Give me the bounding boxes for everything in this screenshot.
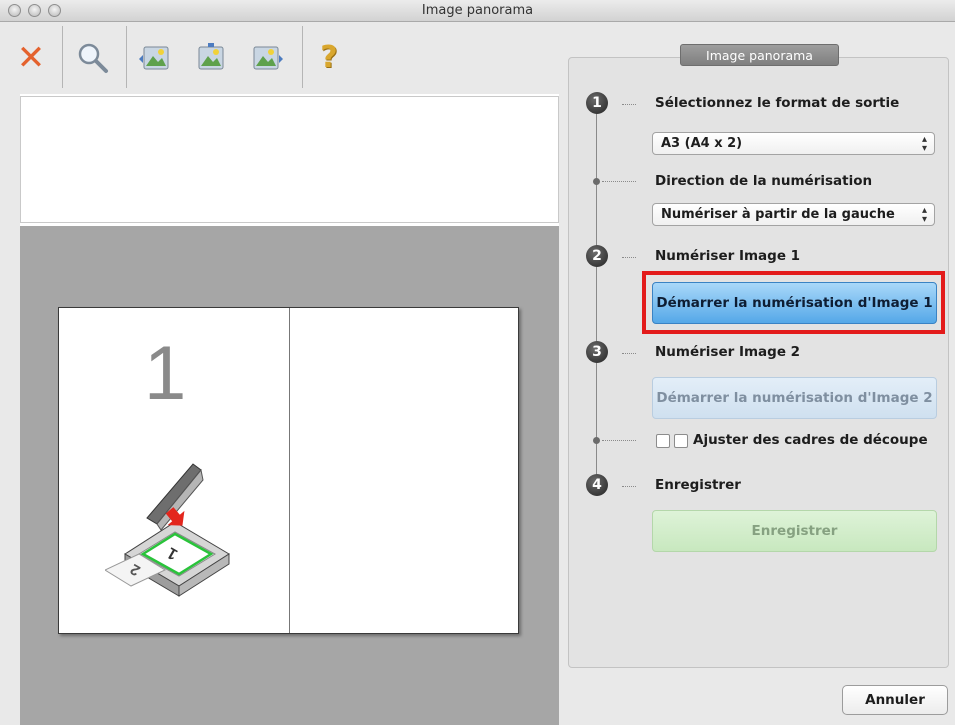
step-4-label: Enregistrer	[655, 477, 741, 493]
direction-value: Numériser à partir de la gauche	[661, 207, 895, 222]
panorama-right-icon[interactable]	[243, 22, 289, 94]
close-icon[interactable]: ✕	[8, 22, 54, 94]
thumbnail-area[interactable]	[20, 96, 559, 223]
step-4-badge: 4	[586, 474, 608, 496]
substep-dot	[593, 178, 600, 185]
step-2-label: Numériser Image 1	[655, 248, 801, 264]
zoom-icon[interactable]	[70, 22, 116, 94]
step-3-badge: 3	[586, 341, 608, 363]
window-title: Image panorama	[421, 3, 534, 18]
step-1-badge: 1	[586, 92, 608, 114]
scanner-illustration-icon: 1 2	[103, 458, 235, 602]
output-format-value: A3 (A4 x 2)	[661, 136, 743, 151]
direction-label: Direction de la numérisation	[655, 173, 873, 189]
direction-select[interactable]: Numériser à partir de la gauche ▴ ▾	[652, 203, 935, 226]
step-connector	[622, 104, 636, 105]
toolbar-separator	[126, 26, 127, 88]
save-button[interactable]: Enregistrer	[652, 510, 937, 552]
preview-page: 1 1 2	[58, 307, 519, 634]
step-connector	[622, 486, 636, 487]
cancel-button[interactable]: Annuler	[842, 685, 948, 715]
panorama-center-icon[interactable]	[188, 22, 234, 94]
page-number: 1	[144, 331, 187, 416]
crop-frames-checkbox-left[interactable]	[656, 434, 670, 448]
step-3-label: Numériser Image 2	[655, 344, 801, 360]
crop-frames-checkbox[interactable]	[674, 434, 688, 448]
select-arrows-icon: ▴ ▾	[921, 205, 927, 225]
panel-title: Image panorama	[680, 44, 839, 66]
step-connector	[622, 353, 636, 354]
page-divider	[289, 308, 290, 633]
help-icon[interactable]: ?	[306, 22, 352, 94]
step-connector	[602, 440, 636, 441]
output-format-select[interactable]: A3 (A4 x 2) ▴ ▾	[652, 132, 935, 155]
start-scan-image-2-button[interactable]: Démarrer la numérisation d'Image 2	[652, 377, 937, 419]
toolbar-separator	[302, 26, 303, 88]
panorama-left-icon[interactable]	[133, 22, 179, 94]
step-1-label: Sélectionnez le format de sortie	[655, 95, 900, 111]
toolbar: ✕ ?	[0, 22, 560, 94]
step-connector	[602, 181, 636, 182]
window-margin	[0, 94, 20, 725]
substep-dot	[593, 437, 600, 444]
toolbar-separator	[62, 26, 63, 88]
highlight-frame	[642, 271, 945, 334]
step-2-badge: 2	[586, 245, 608, 267]
step-timeline	[596, 102, 597, 485]
step-connector	[622, 257, 636, 258]
select-arrows-icon: ▴ ▾	[921, 134, 927, 154]
title-bar: Image panorama	[0, 0, 955, 22]
crop-frames-label: Ajuster des cadres de découpe	[693, 432, 928, 448]
